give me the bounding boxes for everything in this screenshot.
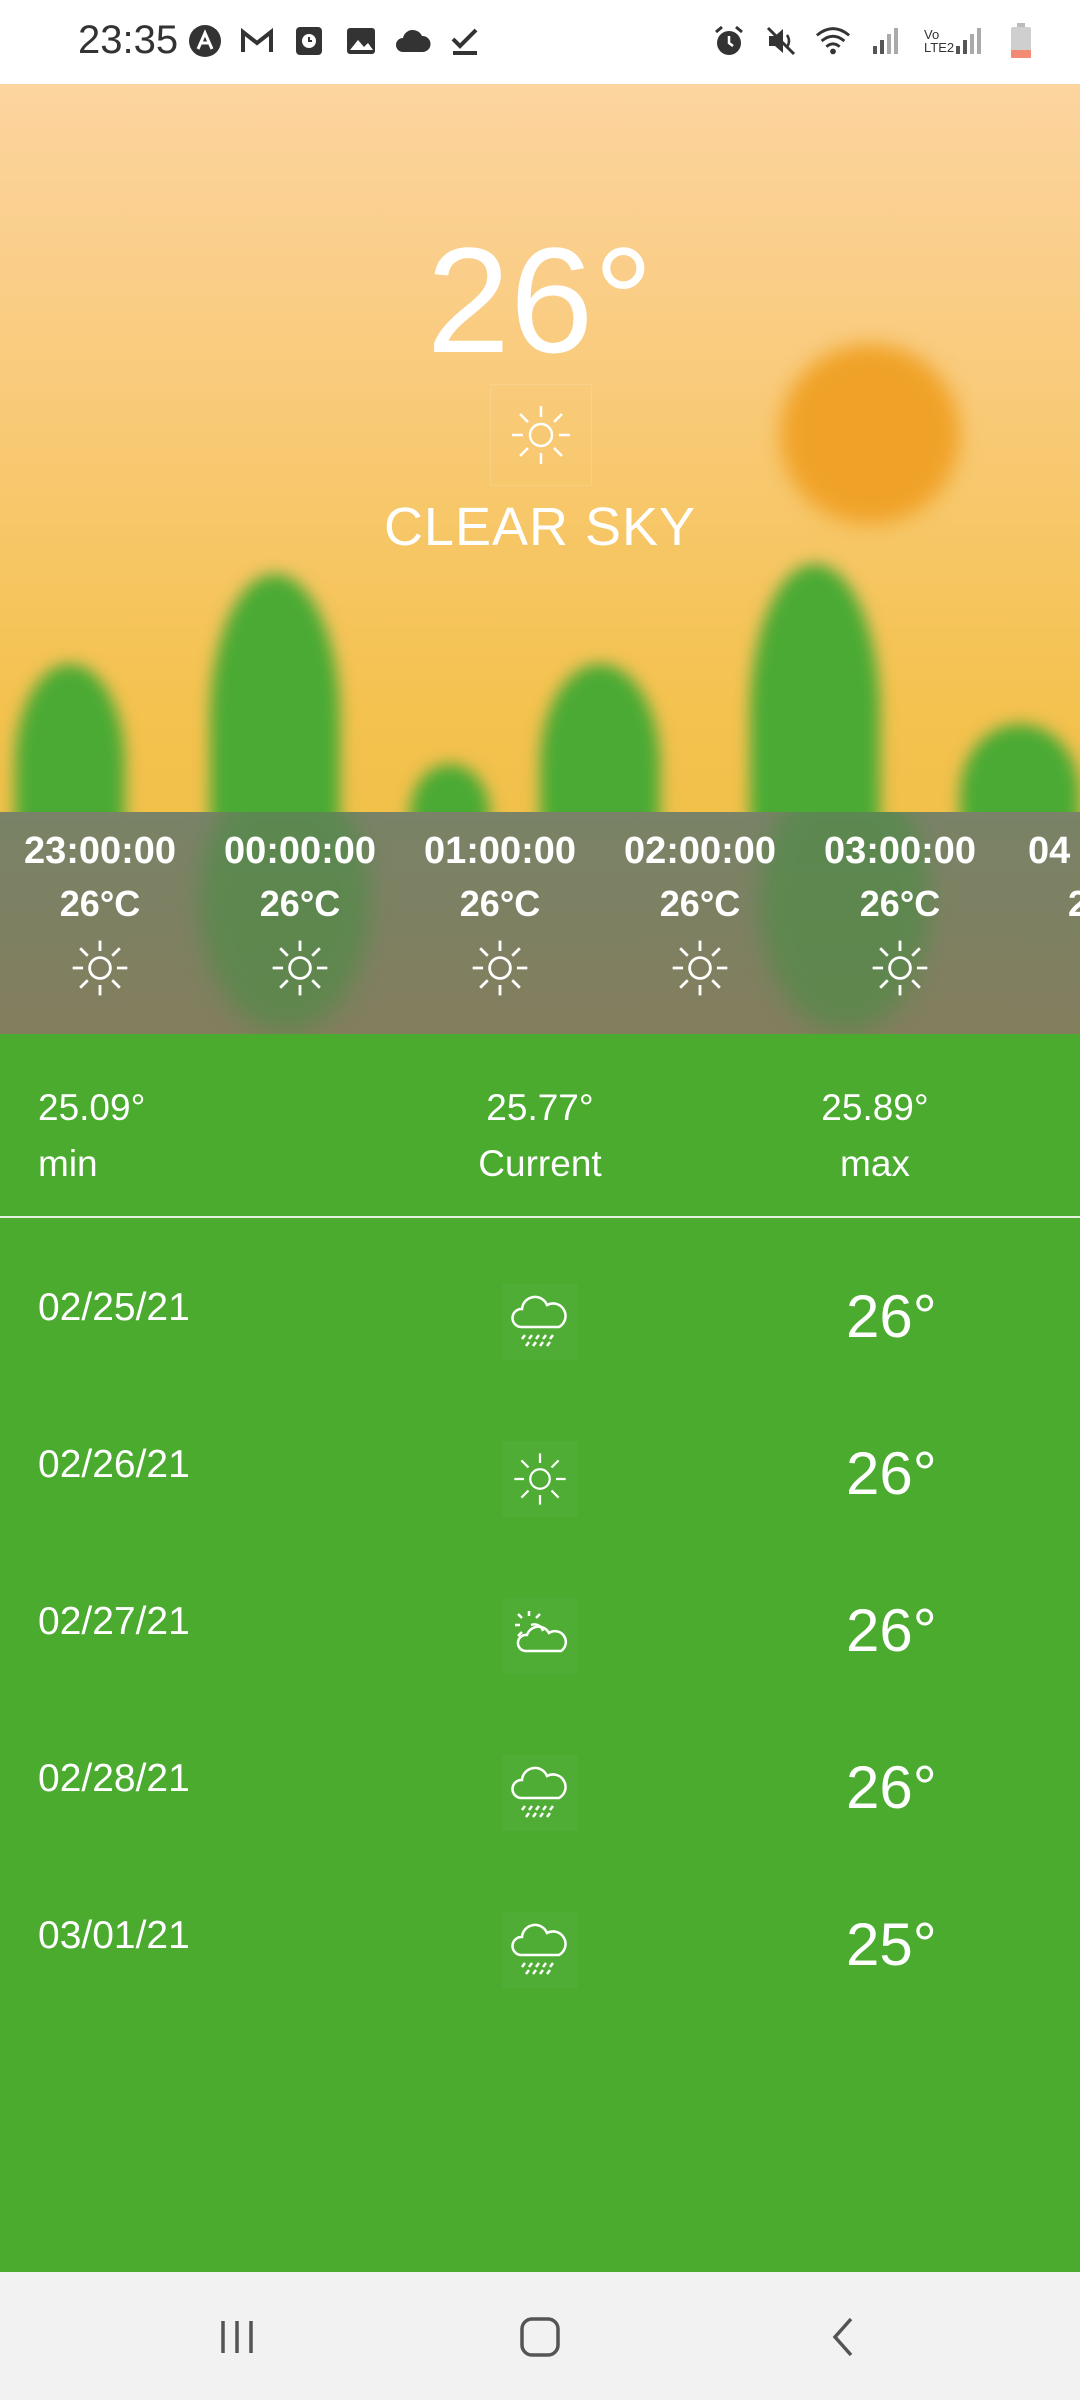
hour-temp: 26°C bbox=[859, 883, 941, 924]
check-icon bbox=[446, 22, 484, 60]
tree-illustration bbox=[15, 664, 125, 812]
sun-icon bbox=[490, 384, 592, 486]
mail-icon bbox=[238, 22, 276, 60]
forecast-date: 02/27/21 bbox=[38, 1600, 190, 1643]
system-icons: Vo LTE2 bbox=[710, 22, 1040, 60]
tree-illustration bbox=[410, 764, 490, 812]
tree-illustration bbox=[960, 724, 1080, 812]
forecast-row[interactable]: 02/27/21 26° bbox=[0, 1570, 1080, 1727]
hour-time: 03:00:00 bbox=[823, 830, 977, 872]
hour-temp: 26°C bbox=[659, 883, 741, 924]
hourly-forecast-strip[interactable]: 23:00:00 26°C 00:00:00 26°C 01:00:00 26°… bbox=[0, 812, 1080, 1034]
battery-icon bbox=[1002, 22, 1040, 60]
max-temp-label: max bbox=[840, 1143, 910, 1184]
hourly-item[interactable]: 23:00:00 26°C bbox=[0, 830, 200, 1001]
current-temp-label: Current bbox=[478, 1143, 602, 1184]
forecast-row[interactable]: 02/26/21 26° bbox=[0, 1413, 1080, 1570]
max-temp-cell: 25.89° max bbox=[775, 1080, 975, 1192]
cloud-icon bbox=[394, 22, 432, 60]
sun-icon bbox=[502, 1441, 578, 1517]
current-weather-hero: 26° CLEAR SKY bbox=[0, 84, 1080, 812]
forecast-temp: 26° bbox=[846, 1440, 937, 1507]
min-temp-label: min bbox=[38, 1143, 98, 1184]
sun-icon bbox=[67, 935, 133, 1001]
forecast-panel: 25.09° min 25.77° Current 25.89° max 02/… bbox=[0, 1034, 1080, 2272]
sun-icon bbox=[667, 935, 733, 1001]
signal-icon bbox=[866, 22, 904, 60]
status-time: 23:35 bbox=[78, 18, 179, 62]
current-condition: CLEAR SKY bbox=[383, 497, 697, 557]
hourly-item[interactable]: 02:00:00 26°C bbox=[600, 830, 800, 1001]
current-temp-cell: 25.77° Current bbox=[440, 1080, 640, 1192]
min-temp-cell: 25.09° min bbox=[38, 1080, 145, 1192]
home-button[interactable] bbox=[505, 2302, 575, 2372]
sun-icon bbox=[1076, 935, 1080, 1001]
hour-time: 04 bbox=[1028, 830, 1071, 872]
rain-cloud-icon bbox=[502, 1284, 578, 1360]
notification-icons bbox=[186, 22, 484, 60]
hour-time: 00:00:00 bbox=[223, 830, 377, 872]
forecast-temp: 26° bbox=[846, 1754, 937, 1821]
hourly-item[interactable]: 00:00:00 26°C bbox=[200, 830, 400, 1001]
max-temp-value: 25.89° bbox=[821, 1087, 929, 1128]
hour-time: 02:00:00 bbox=[623, 830, 777, 872]
clock-app-icon bbox=[290, 22, 328, 60]
gallery-icon bbox=[342, 22, 380, 60]
current-temperature: 26° bbox=[426, 216, 654, 384]
partly-cloudy-icon bbox=[502, 1598, 578, 1674]
current-temp-value: 25.77° bbox=[486, 1087, 594, 1128]
rain-cloud-icon bbox=[502, 1912, 578, 1988]
forecast-temp: 26° bbox=[846, 1283, 937, 1350]
status-bar: 23:35 Vo LTE2 bbox=[0, 0, 1080, 84]
home-icon bbox=[520, 2317, 560, 2357]
forecast-temp: 25° bbox=[846, 1911, 937, 1978]
hourly-item[interactable]: 03:00:00 26°C bbox=[800, 830, 1000, 1001]
forecast-temp: 26° bbox=[846, 1597, 937, 1664]
sun-icon bbox=[467, 935, 533, 1001]
forecast-row[interactable]: 03/01/21 25° bbox=[0, 1884, 1080, 2041]
hour-temp: 26°C bbox=[59, 883, 141, 924]
navigation-bar bbox=[0, 2272, 1080, 2400]
forecast-date: 02/28/21 bbox=[38, 1757, 190, 1800]
hourly-item[interactable]: 04 2 bbox=[1000, 830, 1080, 1001]
app-a-icon bbox=[186, 22, 224, 60]
sun-icon bbox=[267, 935, 333, 1001]
tree-illustration bbox=[750, 564, 880, 812]
divider bbox=[0, 1216, 1080, 1218]
tree-illustration bbox=[540, 664, 660, 812]
forecast-row[interactable]: 02/25/21 26° bbox=[0, 1256, 1080, 1413]
forecast-row[interactable]: 02/28/21 26° bbox=[0, 1727, 1080, 1884]
back-icon bbox=[832, 2317, 853, 2357]
hour-time: 23:00:00 bbox=[23, 830, 177, 872]
recents-button[interactable] bbox=[202, 2302, 272, 2372]
hourly-item[interactable]: 01:00:00 26°C bbox=[400, 830, 600, 1001]
recents-icon bbox=[221, 2321, 253, 2353]
hour-time: 01:00:00 bbox=[423, 830, 577, 872]
volte-label: Vo LTE2 bbox=[924, 27, 955, 55]
forecast-date: 03/01/21 bbox=[38, 1914, 190, 1957]
wifi-icon bbox=[814, 22, 852, 60]
hour-temp: 26°C bbox=[259, 883, 341, 924]
tree-illustration bbox=[210, 574, 340, 812]
volte-signal-icon: Vo LTE2 bbox=[918, 22, 988, 60]
hour-temp: 2 bbox=[1068, 883, 1080, 924]
back-button[interactable] bbox=[808, 2302, 878, 2372]
temperature-summary: 25.09° min 25.77° Current 25.89° max bbox=[0, 1034, 1080, 1216]
sun-icon bbox=[867, 935, 933, 1001]
forecast-date: 02/25/21 bbox=[38, 1286, 190, 1329]
min-temp-value: 25.09° bbox=[38, 1087, 146, 1128]
forecast-date: 02/26/21 bbox=[38, 1443, 190, 1486]
mute-icon bbox=[762, 22, 800, 60]
alarm-icon bbox=[710, 22, 748, 60]
hour-temp: 26°C bbox=[459, 883, 541, 924]
rain-cloud-icon bbox=[502, 1755, 578, 1831]
